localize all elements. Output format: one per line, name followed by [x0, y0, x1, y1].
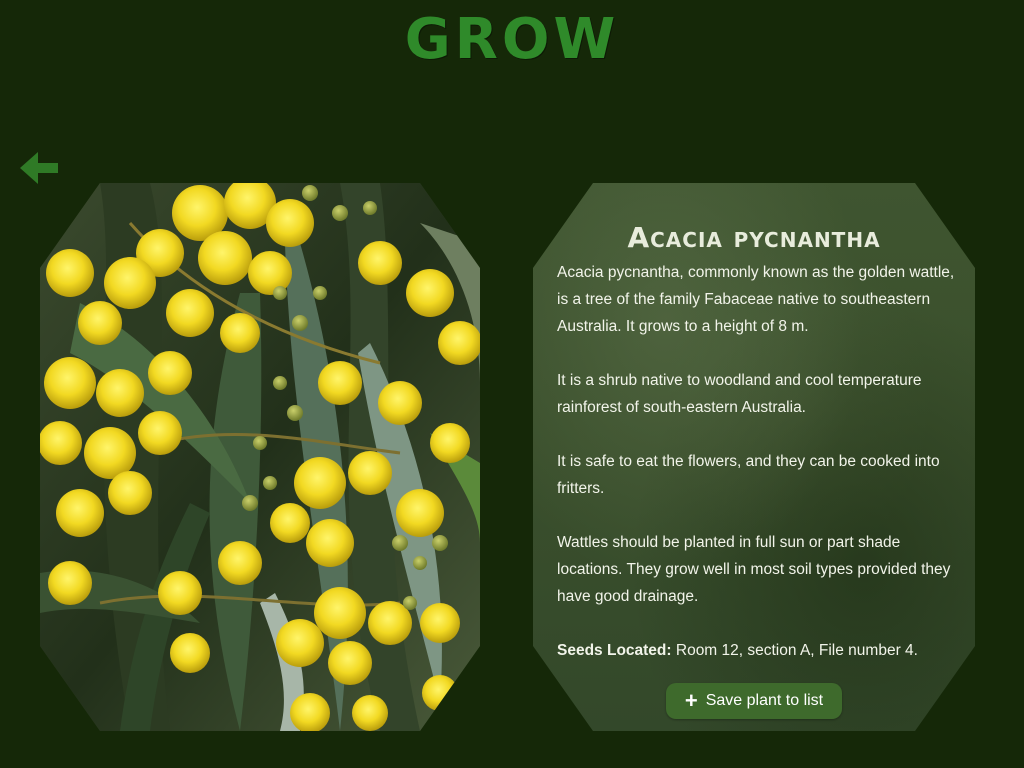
plant-detail-screen: GROW Acacia pycnantha Acacia pycnantha, …: [0, 0, 1024, 768]
plant-info-card: Acacia pycnantha Acacia pycnantha, commo…: [533, 183, 975, 731]
app-title: GROW: [404, 7, 620, 72]
description-paragraph: It is a shrub native to woodland and coo…: [557, 372, 922, 416]
save-plant-button[interactable]: + Save plant to list: [666, 683, 842, 719]
arrow-left-icon: [20, 152, 58, 184]
plant-photo: [40, 183, 480, 731]
back-button[interactable]: [16, 148, 62, 188]
seeds-location-value: Room 12, section A, File number 4.: [675, 642, 918, 659]
plus-icon: +: [684, 688, 698, 713]
plant-description: Acacia pycnantha, commonly known as the …: [557, 259, 957, 664]
description-paragraph: Wattles should be planted in full sun or…: [557, 534, 951, 605]
save-plant-label: Save plant to list: [705, 692, 824, 709]
description-paragraph: It is safe to eat the flowers, and they …: [557, 453, 940, 497]
description-paragraph: Acacia pycnantha, commonly known as the …: [557, 264, 955, 335]
seeds-location: Seeds Located: Room 12, section A, File …: [557, 637, 957, 664]
seeds-location-label: Seeds Located:: [557, 642, 672, 659]
wattle-flowers-image: [40, 183, 480, 731]
plant-name-heading: Acacia pycnantha: [627, 221, 881, 254]
